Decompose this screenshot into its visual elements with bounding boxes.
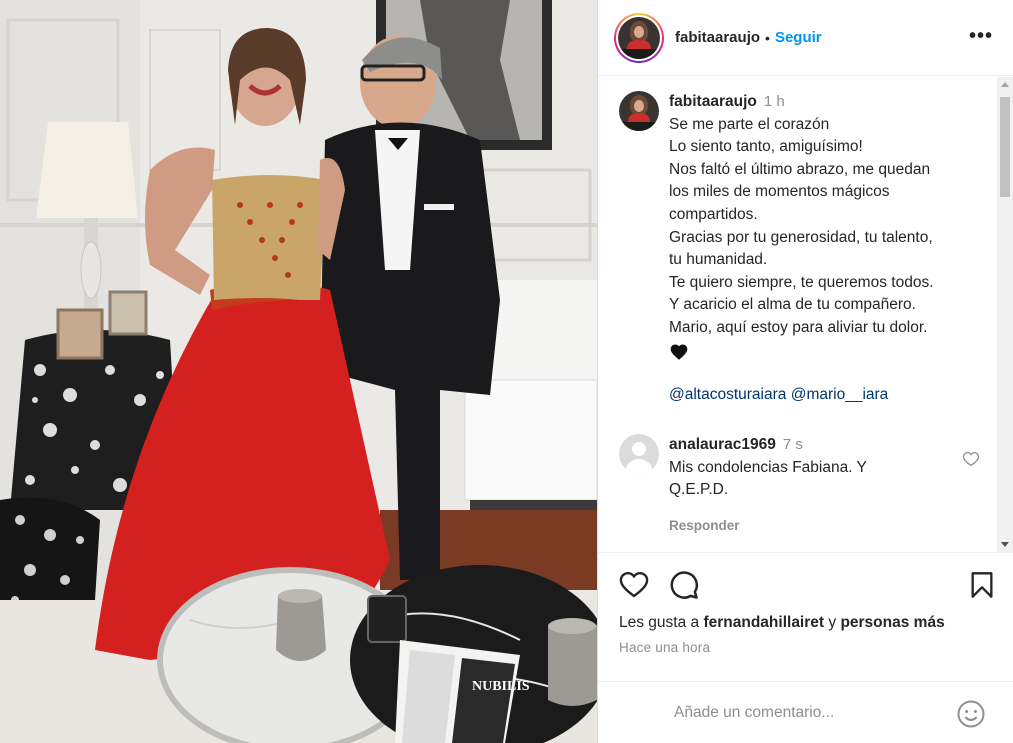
caption-line: tu humanidad.: [669, 251, 768, 269]
caption-line: Lo siento tanto, amiguísimo!: [669, 138, 863, 156]
story-avatar[interactable]: [614, 12, 664, 63]
comments-scrollbar[interactable]: [997, 77, 1013, 552]
comment-avatar[interactable]: [619, 434, 659, 475]
caption-time[interactable]: 1 h: [764, 93, 785, 110]
book-title: NUBILIS: [472, 679, 530, 694]
black-heart-icon: [669, 340, 934, 362]
comment-username[interactable]: analaurac1969: [669, 436, 776, 453]
mention-link[interactable]: @mario__iara: [791, 386, 889, 403]
photo-illustration: NUBILIS: [0, 0, 597, 743]
comment-text-line: Q.E.P.D.: [669, 481, 729, 499]
comment-time[interactable]: 7 s: [783, 436, 803, 453]
caption-mentions: @altacosturaiara @mario__iara: [669, 384, 934, 407]
caption-username[interactable]: fabitaaraujo: [669, 93, 757, 110]
comment-text-line: Mis condolencias Fabiana. Y: [669, 458, 867, 476]
likes-count-link[interactable]: personas más: [840, 614, 944, 631]
header-username[interactable]: fabitaaraujo: [675, 29, 760, 46]
comment-icon[interactable]: [669, 570, 699, 605]
mention-link[interactable]: @altacosturaiara: [669, 386, 786, 403]
caption-line: Se me parte el corazón: [669, 115, 830, 133]
caption-line: Te quiero siempre, te queremos todos.: [669, 273, 934, 291]
more-icon[interactable]: •••: [969, 26, 993, 46]
caption-line: Y acaricio el alma de tu compañero.: [669, 296, 916, 314]
header-separator: •: [765, 29, 770, 46]
post-header: fabitaaraujo • Seguir •••: [598, 0, 1013, 76]
post-photo[interactable]: NUBILIS: [0, 0, 597, 743]
caption-line: Mario, aquí estoy para aliviar tu dolor.: [669, 318, 928, 336]
post-timestamp[interactable]: Hace una hora: [598, 632, 1013, 655]
avatar: [618, 16, 660, 59]
likes-prefix: Les gusta a: [619, 614, 700, 631]
scroll-down-icon[interactable]: [1001, 542, 1009, 547]
save-icon[interactable]: [970, 571, 994, 604]
likes-middle: y: [828, 614, 837, 631]
comments-list[interactable]: fabitaaraujo 1 h Se me parte el corazón L…: [598, 77, 998, 552]
likes-user-link[interactable]: fernandahillairet: [703, 614, 824, 631]
emoji-icon[interactable]: [956, 699, 986, 734]
likes-summary: Les gusta a fernandahillairet y personas…: [598, 603, 1013, 632]
comment-item: analaurac1969 7 s Mis condolencias Fabian…: [598, 406, 998, 537]
like-comment-icon[interactable]: [962, 450, 980, 473]
caption-line: compartidos.: [669, 205, 758, 223]
follow-button[interactable]: Seguir: [775, 29, 822, 46]
caption-avatar[interactable]: [619, 91, 659, 131]
caption-line: Nos faltó el último abrazo, me quedan: [669, 160, 931, 178]
add-comment-bar: [598, 681, 1013, 743]
scroll-thumb[interactable]: [1000, 97, 1010, 197]
caption-line: los miles de momentos mágicos: [669, 183, 890, 201]
post-panel: fabitaaraujo • Seguir ••• fabitaaraujo 1 …: [597, 0, 1013, 743]
post-caption: fabitaaraujo 1 h Se me parte el corazón L…: [598, 77, 998, 406]
scroll-up-icon[interactable]: [1001, 82, 1009, 87]
post-actions: Les gusta a fernandahillairet y personas…: [598, 552, 1013, 680]
comment-input[interactable]: [674, 703, 994, 722]
reply-button[interactable]: Responder: [669, 515, 939, 538]
heart-icon[interactable]: [619, 571, 649, 604]
caption-line: Gracias por tu generosidad, tu talento,: [669, 228, 933, 246]
